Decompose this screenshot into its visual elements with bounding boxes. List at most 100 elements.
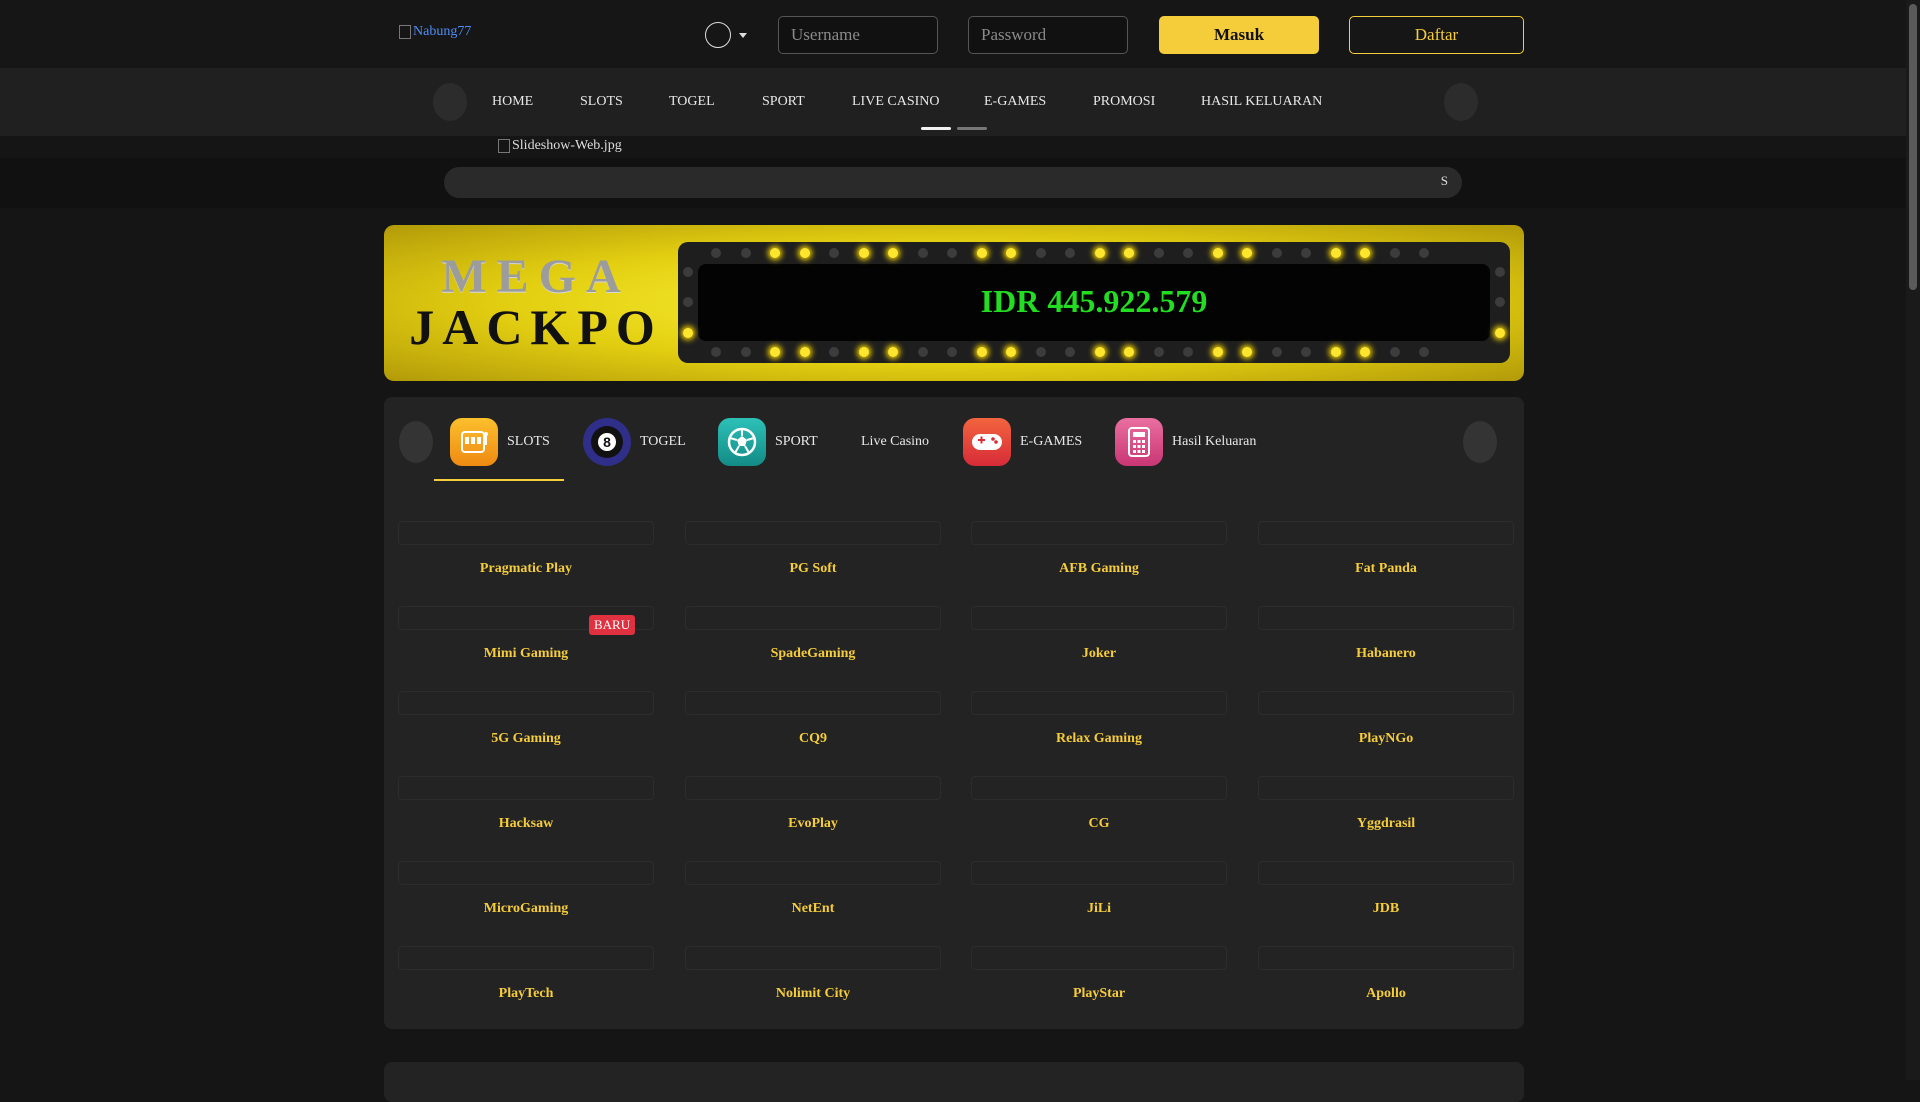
- language-selector[interactable]: [705, 21, 755, 49]
- provider-name[interactable]: PlayStar: [971, 986, 1227, 1002]
- provider-logo[interactable]: [971, 521, 1227, 545]
- provider-card[interactable]: PlayNGo: [1258, 691, 1514, 761]
- provider-logo[interactable]: [1258, 861, 1514, 885]
- nav-item-live-casino[interactable]: LIVE CASINO: [852, 94, 940, 110]
- provider-name[interactable]: Mimi Gaming: [398, 646, 654, 662]
- provider-name[interactable]: JiLi: [971, 901, 1227, 917]
- nav-item-promosi[interactable]: PROMOSI: [1093, 94, 1155, 110]
- page-scrollbar[interactable]: [1906, 0, 1920, 1080]
- provider-card[interactable]: NetEnt: [685, 861, 941, 931]
- provider-name[interactable]: EvoPlay: [685, 816, 941, 832]
- provider-name[interactable]: CQ9: [685, 731, 941, 747]
- provider-logo[interactable]: [398, 776, 654, 800]
- category-prev-button[interactable]: [399, 421, 433, 463]
- provider-name[interactable]: PlayNGo: [1258, 731, 1514, 747]
- provider-card[interactable]: Relax Gaming: [971, 691, 1227, 761]
- provider-logo[interactable]: [685, 861, 941, 885]
- provider-logo[interactable]: [685, 691, 941, 715]
- provider-card[interactable]: PlayStar: [971, 946, 1227, 1016]
- provider-card[interactable]: 5G Gaming: [398, 691, 654, 761]
- provider-name[interactable]: AFB Gaming: [971, 561, 1227, 577]
- provider-name[interactable]: Hacksaw: [398, 816, 654, 832]
- provider-card[interactable]: MicroGaming: [398, 861, 654, 931]
- scrollbar-thumb[interactable]: [1909, 4, 1917, 290]
- provider-name[interactable]: JDB: [1258, 901, 1514, 917]
- provider-name[interactable]: Habanero: [1258, 646, 1514, 662]
- provider-card[interactable]: Nolimit City: [685, 946, 941, 1016]
- provider-card[interactable]: AFB Gaming: [971, 521, 1227, 591]
- provider-logo[interactable]: [685, 521, 941, 545]
- provider-logo[interactable]: [398, 861, 654, 885]
- provider-logo[interactable]: [971, 606, 1227, 630]
- slide-indicator-2[interactable]: [957, 127, 987, 130]
- provider-name[interactable]: PG Soft: [685, 561, 941, 577]
- category-tab-sport[interactable]: SPORT: [718, 417, 818, 467]
- provider-card[interactable]: EvoPlay: [685, 776, 941, 846]
- provider-card[interactable]: JiLi: [971, 861, 1227, 931]
- provider-logo[interactable]: [1258, 946, 1514, 970]
- provider-logo[interactable]: [971, 691, 1227, 715]
- password-input[interactable]: [968, 16, 1128, 54]
- provider-name[interactable]: Apollo: [1258, 986, 1514, 1002]
- provider-name[interactable]: Fat Panda: [1258, 561, 1514, 577]
- slideshow-image[interactable]: Slideshow-Web.jpg: [498, 138, 622, 154]
- provider-card[interactable]: Apollo: [1258, 946, 1514, 1016]
- provider-name[interactable]: Nolimit City: [685, 986, 941, 1002]
- provider-name[interactable]: PlayTech: [398, 986, 654, 1002]
- username-input[interactable]: [778, 16, 938, 54]
- provider-name[interactable]: Relax Gaming: [971, 731, 1227, 747]
- provider-logo[interactable]: [685, 606, 941, 630]
- nav-prev-button[interactable]: [433, 83, 467, 121]
- provider-card[interactable]: Habanero: [1258, 606, 1514, 676]
- provider-card[interactable]: Fat Panda: [1258, 521, 1514, 591]
- nav-item-hasil-keluaran[interactable]: HASIL KELUARAN: [1201, 94, 1322, 110]
- provider-card[interactable]: CG: [971, 776, 1227, 846]
- slide-indicator-1[interactable]: [921, 127, 951, 130]
- provider-name[interactable]: Pragmatic Play: [398, 561, 654, 577]
- provider-logo[interactable]: [398, 946, 654, 970]
- provider-card[interactable]: Hacksaw: [398, 776, 654, 846]
- provider-name[interactable]: MicroGaming: [398, 901, 654, 917]
- login-button[interactable]: Masuk: [1159, 16, 1319, 54]
- provider-logo[interactable]: [685, 946, 941, 970]
- provider-logo[interactable]: [398, 521, 654, 545]
- provider-card[interactable]: SpadeGaming: [685, 606, 941, 676]
- provider-logo[interactable]: [971, 861, 1227, 885]
- nav-item-sport[interactable]: SPORT: [762, 94, 805, 110]
- category-tab-slots[interactable]: SLOTS: [450, 417, 550, 467]
- category-tab-togel[interactable]: 8 TOGEL: [583, 417, 686, 467]
- provider-logo[interactable]: [971, 946, 1227, 970]
- provider-card[interactable]: CQ9: [685, 691, 941, 761]
- provider-logo[interactable]: [1258, 521, 1514, 545]
- provider-logo[interactable]: [1258, 606, 1514, 630]
- provider-logo[interactable]: [398, 691, 654, 715]
- provider-card[interactable]: Pragmatic Play: [398, 521, 654, 591]
- provider-name[interactable]: SpadeGaming: [685, 646, 941, 662]
- site-logo[interactable]: Nabung77: [399, 24, 471, 40]
- provider-card[interactable]: Joker: [971, 606, 1227, 676]
- category-tab-e-games[interactable]: E-GAMES: [963, 417, 1082, 467]
- provider-name[interactable]: NetEnt: [685, 901, 941, 917]
- provider-logo[interactable]: [1258, 776, 1514, 800]
- provider-card[interactable]: PlayTech: [398, 946, 654, 1016]
- nav-next-button[interactable]: [1444, 83, 1478, 121]
- provider-card[interactable]: JDB: [1258, 861, 1514, 931]
- provider-name[interactable]: Yggdrasil: [1258, 816, 1514, 832]
- nav-item-home[interactable]: HOME: [492, 94, 533, 110]
- provider-name[interactable]: 5G Gaming: [398, 731, 654, 747]
- nav-item-slots[interactable]: SLOTS: [580, 94, 623, 110]
- provider-card[interactable]: Mimi Gaming BARU: [398, 606, 654, 676]
- nav-item-e-games[interactable]: E-GAMES: [984, 94, 1046, 110]
- provider-logo[interactable]: [685, 776, 941, 800]
- register-button[interactable]: Daftar: [1349, 16, 1524, 54]
- provider-logo[interactable]: [971, 776, 1227, 800]
- provider-card[interactable]: Yggdrasil: [1258, 776, 1514, 846]
- provider-name[interactable]: CG: [971, 816, 1227, 832]
- category-next-button[interactable]: [1463, 421, 1497, 463]
- provider-name[interactable]: Joker: [971, 646, 1227, 662]
- provider-logo[interactable]: [1258, 691, 1514, 715]
- provider-card[interactable]: PG Soft: [685, 521, 941, 591]
- category-tab-hasil-keluaran[interactable]: Hasil Keluaran: [1115, 417, 1256, 467]
- nav-item-togel[interactable]: TOGEL: [669, 94, 715, 110]
- category-tab-live-casino[interactable]: Live Casino: [861, 417, 929, 467]
